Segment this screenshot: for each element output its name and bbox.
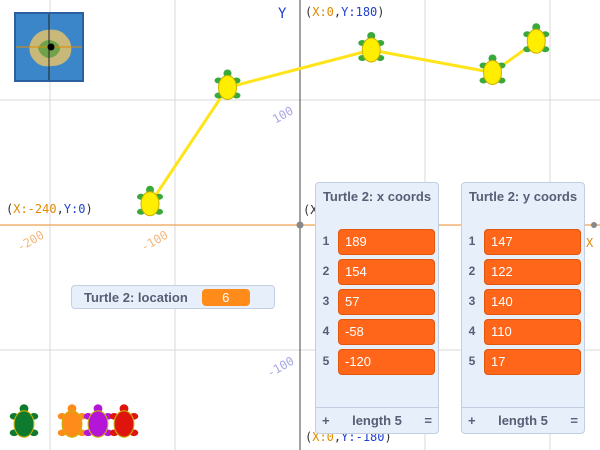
stage[interactable]: Y (X:-240,Y:0) (X:0,Y:180) (X:0,Y:-180) … [0, 0, 600, 450]
y-coords-list[interactable]: Turtle 2: y coords 1 147 2 122 3 140 4 110 5… [461, 182, 585, 434]
add-item-button[interactable]: + [322, 413, 330, 428]
turtle-sprite[interactable] [214, 69, 241, 100]
location-monitor[interactable]: Turtle 2: location 6 [71, 285, 275, 309]
list-cell[interactable]: -58 [338, 319, 435, 345]
list-cell[interactable]: 154 [338, 259, 435, 285]
list-cell[interactable]: 122 [484, 259, 581, 285]
location-monitor-label: Turtle 2: location [84, 289, 188, 305]
x-coords-list[interactable]: Turtle 2: x coords 1 189 2 154 3 57 4 -58 5-… [315, 182, 439, 434]
list-cell[interactable]: 17 [484, 349, 581, 375]
location-monitor-value: 6 [201, 288, 250, 306]
resize-handle[interactable]: = [570, 413, 578, 428]
add-item-button[interactable]: + [468, 413, 476, 428]
right-edge-coordinate-partial: X [586, 236, 594, 250]
turtle-sprite[interactable] [358, 32, 385, 63]
list-item[interactable]: 5 17 [462, 347, 584, 377]
list-item[interactable]: 1 147 [462, 227, 584, 257]
list-item[interactable]: 3 140 [462, 287, 584, 317]
list-item[interactable]: 4 110 [462, 317, 584, 347]
list-item[interactable]: 3 57 [316, 287, 438, 317]
list-length-label: length 5 [352, 413, 402, 428]
turtle-red-icon[interactable] [109, 404, 139, 438]
turtle-purple-icon[interactable] [83, 404, 113, 438]
turtle-green-icon[interactable] [9, 404, 39, 438]
turtle-sprite[interactable] [523, 23, 550, 54]
list-item[interactable]: 5 -120 [316, 347, 438, 377]
turtle-orange-icon[interactable] [57, 404, 87, 438]
x-coords-list-footer: + length 5 = [316, 407, 438, 433]
y-coords-list-footer: + length 5 = [462, 407, 584, 433]
list-cell[interactable]: 189 [338, 229, 435, 255]
list-cell[interactable]: 147 [484, 229, 581, 255]
y-axis-name: Y [278, 6, 287, 22]
turtle-sprite[interactable] [479, 54, 506, 85]
top-edge-coordinate: (X:0,Y:180) [305, 5, 385, 19]
list-cell[interactable]: 140 [484, 289, 581, 315]
origin-dot [296, 221, 304, 229]
list-item[interactable]: 1 189 [316, 227, 438, 257]
list-item[interactable]: 2 122 [462, 257, 584, 287]
list-cell[interactable]: -120 [338, 349, 435, 375]
list-length-label: length 5 [498, 413, 548, 428]
island-map-thumbnail[interactable] [14, 12, 84, 82]
list-cell[interactable]: 110 [484, 319, 581, 345]
list-item[interactable]: 4 -58 [316, 317, 438, 347]
turtle-palette [9, 404, 139, 438]
left-edge-coordinate: (X:-240,Y:0) [6, 202, 93, 216]
x-coords-list-title: Turtle 2: x coords [322, 189, 432, 204]
resize-handle[interactable]: = [424, 413, 432, 428]
list-item[interactable]: 2 154 [316, 257, 438, 287]
y-coords-list-title: Turtle 2: y coords [468, 189, 578, 204]
turtle-path-line [148, 40, 538, 205]
list-cell[interactable]: 57 [338, 289, 435, 315]
